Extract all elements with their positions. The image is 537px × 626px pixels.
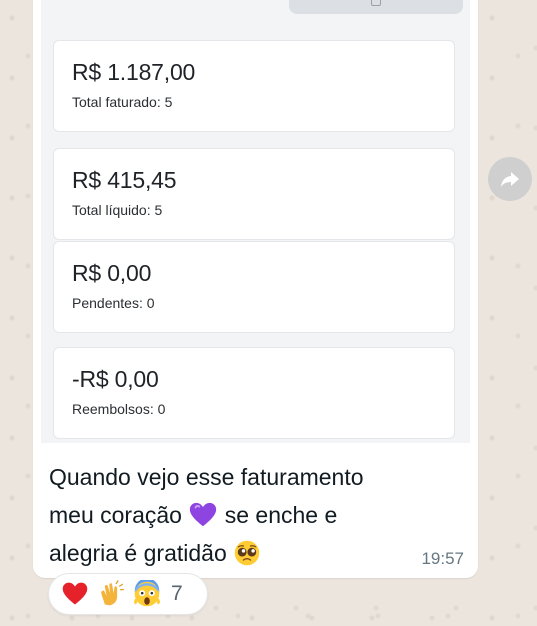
message-fragment: se enche e: [224, 502, 338, 528]
net-card: R$ 415,45 Total líquido: 5: [53, 148, 455, 240]
message-line: alegria é gratidão: [49, 534, 429, 572]
card-amount: -R$ 0,00: [72, 366, 159, 392]
pleading-face-icon: [234, 540, 260, 566]
message-fragment: meu coração: [49, 502, 182, 528]
reactions-pill[interactable]: 7: [48, 573, 208, 615]
red-heart-icon: [62, 582, 88, 605]
forward-arrow-icon: [501, 172, 519, 187]
pending-card: R$ 0,00 Pendentes: 0: [53, 241, 455, 333]
card-label: Total faturado: 5: [72, 94, 173, 110]
screenshot-image[interactable]: R$ 1.187,00 Total faturado: 5 R$ 415,45 …: [41, 0, 470, 443]
card-amount: R$ 1.187,00: [72, 59, 196, 85]
message-bubble[interactable]: R$ 1.187,00 Total faturado: 5 R$ 415,45 …: [33, 0, 478, 578]
card-amount: R$ 0,00: [72, 260, 152, 286]
card-label: Reembolsos: 0: [72, 401, 166, 417]
card-label: Total líquido: 5: [72, 202, 163, 218]
clapping-hands-icon: [101, 580, 124, 606]
message-fragment: alegria é gratidão: [49, 540, 227, 566]
message-text: Quando vejo esse faturamento meu coração…: [49, 458, 429, 572]
message-line: meu coração se enche e: [49, 496, 429, 534]
card-amount: R$ 415,45: [72, 167, 177, 193]
forward-button[interactable]: [488, 157, 532, 201]
refunds-card: -R$ 0,00 Reembolsos: 0: [53, 347, 455, 439]
calendar-icon: [371, 0, 381, 6]
screaming-face-icon: [134, 580, 160, 607]
revenue-card: R$ 1.187,00 Total faturado: 5: [53, 40, 455, 132]
date-filter-button: [289, 0, 463, 14]
message-line: Quando vejo esse faturamento: [49, 464, 364, 490]
purple-heart-icon: [190, 502, 217, 527]
card-label: Pendentes: 0: [72, 295, 155, 311]
reaction-count: 7: [171, 582, 183, 605]
message-timestamp: 19:57: [421, 549, 464, 568]
